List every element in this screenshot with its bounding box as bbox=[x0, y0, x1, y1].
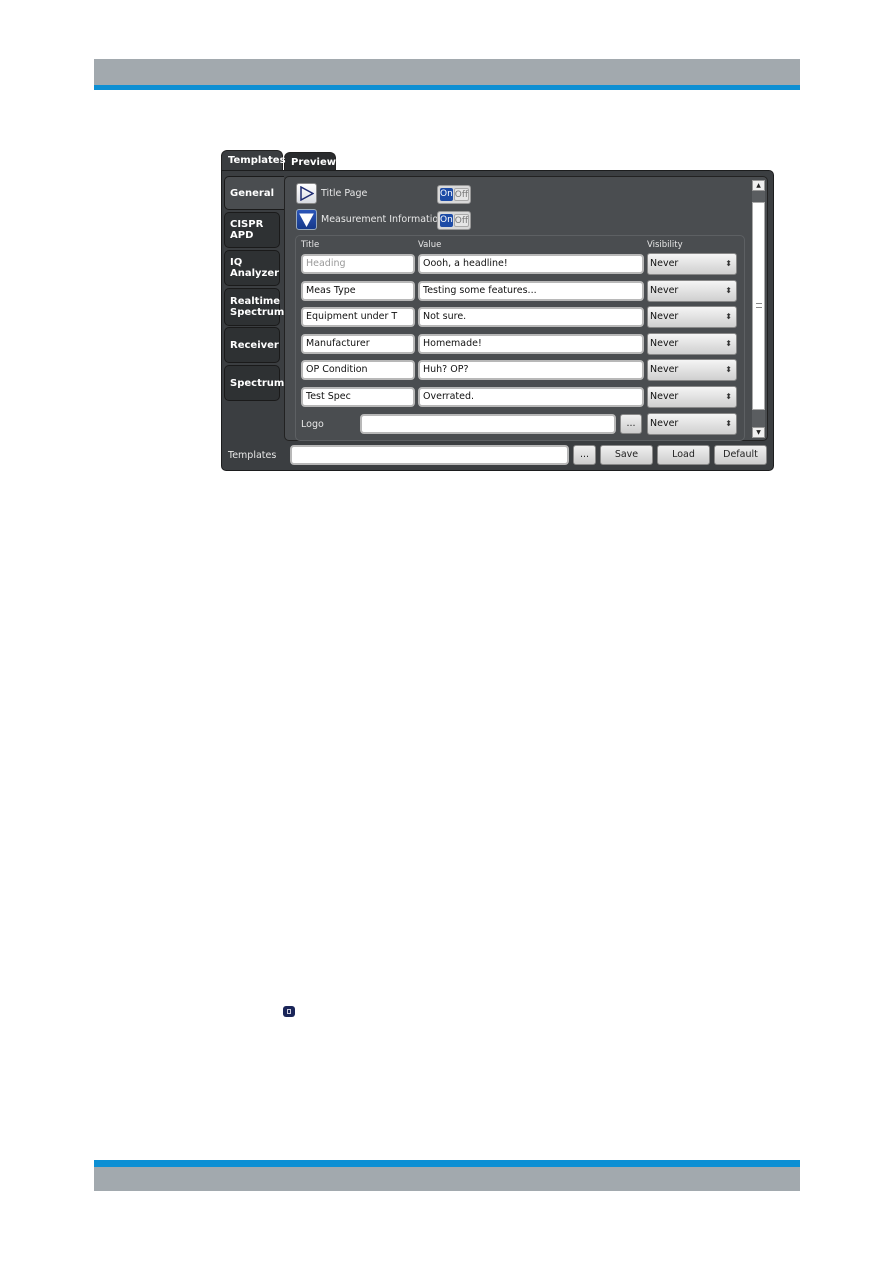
load-button[interactable]: Load bbox=[657, 445, 710, 465]
updown-arrows-icon: ⬍ bbox=[725, 312, 732, 321]
side-tab-cispr-apd[interactable]: CISPR APD bbox=[224, 212, 280, 248]
logo-input[interactable] bbox=[360, 414, 616, 434]
updown-arrows-icon: ⬍ bbox=[725, 391, 732, 401]
triangle-right-icon bbox=[300, 186, 314, 201]
side-tab-general[interactable]: General bbox=[224, 176, 284, 210]
row-value-input[interactable]: Overrated. bbox=[418, 386, 644, 407]
row-title-input[interactable]: OP Condition bbox=[301, 360, 415, 380]
row-title-input[interactable]: Meas Type bbox=[301, 280, 415, 301]
row-value-input[interactable]: Not sure. bbox=[418, 307, 644, 327]
row-visibility-select[interactable]: Never ⬍ bbox=[647, 359, 737, 381]
updown-arrows-icon: ⬍ bbox=[725, 419, 732, 428]
toggle-off[interactable]: Off bbox=[453, 188, 470, 201]
side-tab-label: General bbox=[230, 187, 274, 199]
footer-accent-line bbox=[94, 1160, 800, 1167]
templates-browse-button[interactable]: ... bbox=[573, 445, 596, 465]
updown-arrows-icon: ⬍ bbox=[725, 338, 732, 348]
row-value-input[interactable]: Testing some features... bbox=[418, 280, 644, 301]
row-title-input[interactable]: Test Spec bbox=[301, 386, 415, 407]
side-tab-label: Receiver bbox=[230, 339, 279, 351]
title-page-toggle[interactable]: On Off bbox=[437, 185, 471, 204]
logo-browse-button[interactable]: ... bbox=[620, 414, 642, 434]
row-visibility-select[interactable]: Never ⬍ bbox=[647, 253, 737, 275]
measurement-info-label: Measurement Information bbox=[321, 214, 445, 225]
report-config-dialog: Preview Templates General CISPR APD IQ Ana… bbox=[221, 150, 774, 471]
side-tab-spectrum[interactable]: Spectrum bbox=[224, 365, 284, 401]
arrow-up-icon: ▲ bbox=[756, 182, 761, 189]
select-value: Never bbox=[650, 337, 679, 349]
expand-title-page-button[interactable] bbox=[296, 183, 317, 204]
row-visibility-select[interactable]: Never ⬍ bbox=[647, 279, 737, 302]
vertical-scrollbar[interactable]: ▲ ▼ bbox=[752, 180, 765, 438]
save-button[interactable]: Save bbox=[600, 445, 653, 465]
select-value: Never bbox=[650, 364, 679, 375]
general-content: Title Page On Off Measurement Informatio… bbox=[284, 176, 768, 441]
row-title-input[interactable]: Heading bbox=[301, 254, 415, 274]
column-header-title: Title bbox=[301, 240, 320, 250]
select-value: Never bbox=[650, 418, 679, 429]
row-value-input[interactable]: Huh? OP? bbox=[418, 360, 644, 380]
grip-icon bbox=[756, 303, 762, 308]
updown-arrows-icon: ⬍ bbox=[725, 365, 732, 374]
side-tab-iq-analyzer[interactable]: IQ Analyzer bbox=[224, 250, 280, 286]
row-value-input[interactable]: Oooh, a headline! bbox=[418, 254, 644, 274]
templates-panel: General CISPR APD IQ Analyzer Realtime Spec… bbox=[221, 170, 774, 471]
row-title-input[interactable]: Equipment under T bbox=[301, 307, 415, 327]
select-value: Never bbox=[650, 284, 679, 296]
row-visibility-select[interactable]: Never ⬍ bbox=[647, 385, 737, 408]
row-visibility-select[interactable]: Never ⬍ bbox=[647, 332, 737, 355]
side-tab-label: IQ Analyzer bbox=[230, 257, 280, 279]
hardkey-icon bbox=[283, 1006, 295, 1017]
measurement-info-toggle[interactable]: On Off bbox=[437, 211, 471, 230]
tab-preview[interactable]: Preview bbox=[284, 152, 336, 171]
collapse-measurement-info-button[interactable] bbox=[296, 209, 317, 230]
updown-arrows-icon: ⬍ bbox=[725, 285, 732, 295]
templates-label: Templates bbox=[228, 450, 277, 461]
toggle-on[interactable]: On bbox=[440, 214, 453, 227]
side-tab-receiver[interactable]: Receiver bbox=[224, 327, 280, 363]
select-value: Never bbox=[650, 390, 679, 402]
header-band bbox=[94, 59, 800, 85]
arrow-down-icon: ▼ bbox=[756, 429, 761, 436]
scroll-thumb[interactable] bbox=[752, 202, 765, 410]
side-tab-label: CISPR APD bbox=[230, 219, 264, 241]
header-accent-line bbox=[94, 85, 800, 90]
select-value: Never bbox=[650, 311, 679, 322]
logo-label: Logo bbox=[301, 419, 324, 430]
column-header-visibility: Visibility bbox=[647, 240, 683, 250]
title-page-label: Title Page bbox=[321, 188, 368, 199]
row-value-input[interactable]: Homemade! bbox=[418, 333, 644, 354]
side-tab-label: Spectrum bbox=[230, 377, 285, 389]
updown-arrows-icon: ⬍ bbox=[725, 259, 732, 268]
column-header-value: Value bbox=[418, 240, 442, 250]
row-visibility-select[interactable]: Never ⬍ bbox=[647, 306, 737, 328]
row-title-input[interactable]: Manufacturer bbox=[301, 333, 415, 354]
templates-input[interactable] bbox=[290, 445, 569, 465]
logo-visibility-select[interactable]: Never ⬍ bbox=[647, 413, 737, 435]
side-tab-label: Realtime Spectrum bbox=[230, 296, 285, 318]
tab-templates[interactable]: Templates bbox=[221, 150, 286, 171]
select-value: Never bbox=[650, 258, 679, 269]
measurement-info-group: Title Value Visibility Heading Oooh, a he… bbox=[295, 235, 745, 441]
side-tab-realtime-spectrum[interactable]: Realtime Spectrum bbox=[224, 288, 284, 326]
scroll-down-button[interactable]: ▼ bbox=[752, 427, 765, 438]
triangle-down-icon bbox=[299, 213, 314, 227]
footer-band bbox=[94, 1167, 800, 1191]
toggle-on[interactable]: On bbox=[440, 188, 453, 201]
scroll-up-button[interactable]: ▲ bbox=[752, 180, 765, 191]
default-button[interactable]: Default bbox=[714, 445, 767, 465]
toggle-off[interactable]: Off bbox=[453, 214, 470, 227]
